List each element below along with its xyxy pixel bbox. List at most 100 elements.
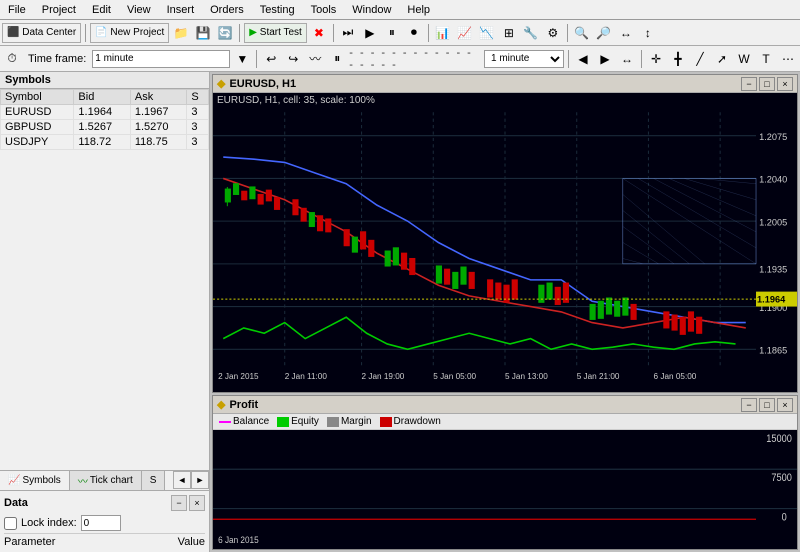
chart-maximize-button[interactable]: □: [759, 77, 775, 91]
scroll2-icon[interactable]: ↔: [617, 49, 637, 69]
tool-icon2[interactable]: ⚙: [543, 23, 563, 43]
legend-balance: Balance: [219, 416, 269, 427]
chart-icon3[interactable]: 📉: [477, 23, 497, 43]
stop-icon[interactable]: ✖: [309, 23, 329, 43]
table-row[interactable]: USDJPY 118.72 118.75 3: [1, 135, 209, 150]
font-icon[interactable]: T: [756, 49, 776, 69]
menu-view[interactable]: View: [119, 2, 159, 18]
step-icon[interactable]: ⏭: [338, 23, 358, 43]
line-icon[interactable]: ╱: [690, 49, 710, 69]
nav-left-icon[interactable]: ◀: [573, 49, 593, 69]
separator3: [333, 24, 334, 42]
pause2-icon[interactable]: ⏸: [327, 49, 347, 69]
pause-icon[interactable]: ⏸: [382, 23, 402, 43]
menu-edit[interactable]: Edit: [84, 2, 119, 18]
data-close[interactable]: ×: [189, 495, 205, 511]
profit-close-button[interactable]: ×: [777, 398, 793, 412]
separator6: [256, 50, 257, 68]
tabs-row: 📈 Symbols 〰 Tick chart S ◄ ►: [0, 471, 209, 491]
zoom-out-icon[interactable]: 🔎: [594, 23, 614, 43]
main-chart-window: ◆ EURUSD, H1 − □ × EURUSD, H1, cell: 35,…: [212, 74, 798, 393]
chart-close-button[interactable]: ×: [777, 77, 793, 91]
svg-text:2 Jan 11:00: 2 Jan 11:00: [285, 371, 328, 381]
tab-symbols[interactable]: 📈 Symbols: [0, 471, 70, 490]
toolbar1: ⬛ Data Center 📄 New Project 📁 💾 🔄 ▶ Star…: [0, 20, 800, 46]
chart-tab-icon: 📈: [8, 475, 20, 486]
timeframe-select[interactable]: 1 minute: [484, 50, 564, 68]
menu-insert[interactable]: Insert: [159, 2, 203, 18]
symbol-ask: 1.1967: [130, 105, 186, 120]
tf-dropdown-icon[interactable]: ▼: [232, 49, 252, 69]
symbol-s: 3: [187, 135, 209, 150]
save-icon[interactable]: 💾: [193, 23, 213, 43]
symbol-ask: 118.75: [130, 135, 186, 150]
main-chart-svg: 1.2075 1.2040 1.2005 1.1935 1.1900 1.186…: [213, 93, 797, 392]
tab-tickchart[interactable]: 〰 Tick chart: [70, 471, 142, 490]
profit-chart[interactable]: 15000 7500 0 6 Jan 2015: [213, 430, 797, 549]
datacenter-button[interactable]: ⬛ Data Center: [2, 23, 81, 43]
profit-minimize-button[interactable]: −: [741, 398, 757, 412]
menu-help[interactable]: Help: [399, 2, 438, 18]
menu-project[interactable]: Project: [34, 2, 84, 18]
symbol-bid: 118.72: [74, 135, 130, 150]
more-icon[interactable]: ⋯: [778, 49, 798, 69]
grid-icon[interactable]: ⊞: [499, 23, 519, 43]
menu-orders[interactable]: Orders: [202, 2, 252, 18]
redo-icon[interactable]: ↪: [283, 49, 303, 69]
undo-icon[interactable]: ↩: [261, 49, 281, 69]
nav-right-icon[interactable]: ▶: [595, 49, 615, 69]
tab-s[interactable]: S: [142, 471, 166, 490]
wave-icon[interactable]: 〰: [305, 49, 325, 69]
profit-maximize-button[interactable]: □: [759, 398, 775, 412]
symbols-table: Symbol Bid Ask S EURUSD 1.1964 1.1967 3 …: [0, 89, 209, 150]
margin-color: [327, 417, 339, 427]
chart-minimize-button[interactable]: −: [741, 77, 757, 91]
scroll-icon[interactable]: ↔: [616, 23, 636, 43]
symbol-ask: 1.5270: [130, 120, 186, 135]
menu-testing[interactable]: Testing: [252, 2, 303, 18]
folder-icon[interactable]: 📁: [171, 23, 191, 43]
play-icon[interactable]: ▶: [360, 23, 380, 43]
chart-icon2[interactable]: 📈: [455, 23, 475, 43]
equity-label: Equity: [291, 416, 319, 427]
menu-tools[interactable]: Tools: [303, 2, 345, 18]
separator1: [85, 24, 86, 42]
chart-area[interactable]: EURUSD, H1, cell: 35, scale: 100%: [213, 93, 797, 392]
lock-checkbox[interactable]: [4, 517, 17, 530]
rec-icon[interactable]: ⏺: [404, 23, 424, 43]
col-ask: Ask: [130, 90, 186, 105]
data-minimize[interactable]: −: [171, 495, 187, 511]
drawdown-color: [380, 417, 392, 427]
cursor2-icon[interactable]: ✛: [646, 49, 666, 69]
menu-window[interactable]: Window: [344, 2, 399, 18]
lock-input[interactable]: [81, 515, 121, 531]
starttest-button[interactable]: ▶ Start Test: [244, 23, 307, 43]
margin-label: Margin: [341, 416, 372, 427]
chart-info: EURUSD, H1, cell: 35, scale: 100%: [213, 93, 379, 108]
timeframe-input[interactable]: [92, 50, 230, 68]
cross-icon[interactable]: ╋: [668, 49, 688, 69]
nav-right-button[interactable]: ►: [191, 471, 209, 489]
arrow-icon[interactable]: ➚: [712, 49, 732, 69]
svg-text:6 Jan 2015: 6 Jan 2015: [218, 534, 259, 545]
zoom-in-icon[interactable]: 🔍: [572, 23, 592, 43]
profit-title: Profit: [229, 399, 258, 411]
svg-text:7500: 7500: [771, 473, 792, 485]
newproject-button[interactable]: 📄 New Project: [90, 23, 169, 43]
table-row[interactable]: EURUSD 1.1964 1.1967 3: [1, 105, 209, 120]
text-icon[interactable]: W: [734, 49, 754, 69]
tool-icon1[interactable]: 🔧: [521, 23, 541, 43]
chart-icon1[interactable]: 📊: [433, 23, 453, 43]
left-panel: Symbols Symbol Bid Ask S EURUSD 1.1964 1…: [0, 72, 210, 552]
tick-icon: 〰: [78, 473, 88, 488]
right-panel: ◆ EURUSD, H1 − □ × EURUSD, H1, cell: 35,…: [210, 72, 800, 552]
chart-main-title: EURUSD, H1: [229, 78, 296, 90]
separator7: [568, 50, 569, 68]
table-row[interactable]: GBPUSD 1.5267 1.5270 3: [1, 120, 209, 135]
cursor-icon[interactable]: ↕: [638, 23, 658, 43]
refresh-icon[interactable]: 🔄: [215, 23, 235, 43]
legend-drawdown: Drawdown: [380, 416, 441, 427]
nav-left-button[interactable]: ◄: [173, 471, 191, 489]
menu-file[interactable]: File: [0, 2, 34, 18]
symbols-title: Symbols: [0, 72, 209, 89]
